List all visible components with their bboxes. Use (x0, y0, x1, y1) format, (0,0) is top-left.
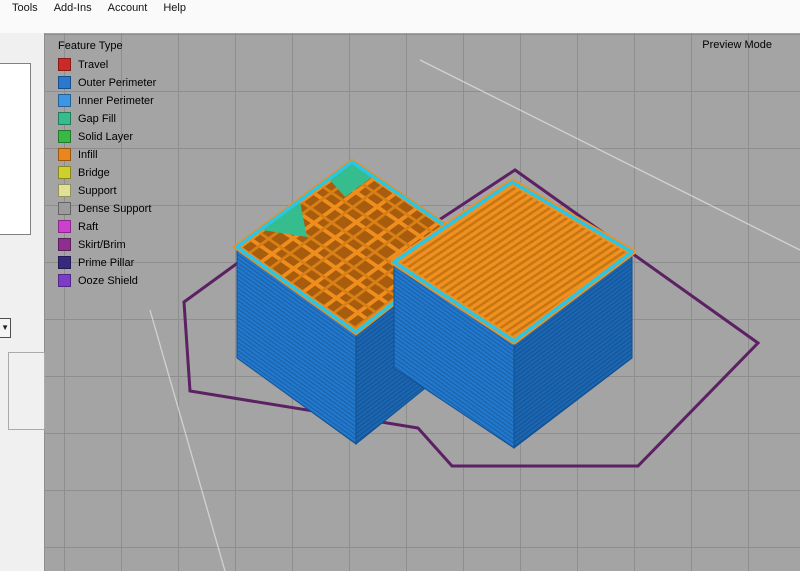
legend-color-swatch (58, 112, 71, 125)
group-box-fragment (8, 352, 45, 430)
menu-bar: Tools Add-Ins Account Help (0, 0, 800, 16)
legend-item-label: Outer Perimeter (78, 77, 156, 89)
legend-color-swatch (58, 184, 71, 197)
dropdown-fragment[interactable]: ▼ (0, 318, 11, 338)
menu-item-help[interactable]: Help (155, 1, 194, 15)
left-settings-panel: ▼ (0, 33, 45, 571)
legend-item: Travel (58, 58, 156, 71)
legend-color-swatch (58, 148, 71, 161)
legend-color-swatch (58, 274, 71, 287)
process-list-box[interactable] (0, 63, 31, 235)
legend-color-swatch (58, 220, 71, 233)
legend-item-label: Inner Perimeter (78, 95, 154, 107)
legend-item-label: Travel (78, 59, 108, 71)
legend-color-swatch (58, 58, 71, 71)
toolbar-strip (0, 16, 800, 33)
legend-items: Travel Outer Perimeter Inner Perimeter Gap … (58, 58, 156, 287)
legend-item-label: Raft (78, 221, 98, 233)
legend-item: Dense Support (58, 202, 156, 215)
legend-item-label: Prime Pillar (78, 257, 134, 269)
feature-type-legend: Feature Type Travel Outer Perimeter Inner … (58, 40, 156, 292)
preview-mode-label: Preview Mode (702, 39, 772, 51)
legend-item: Inner Perimeter (58, 94, 156, 107)
preview-viewport[interactable]: Feature Type Travel Outer Perimeter Inner … (45, 33, 800, 571)
legend-color-swatch (58, 238, 71, 251)
menu-item-tools[interactable]: Tools (4, 1, 46, 15)
legend-color-swatch (58, 166, 71, 179)
legend-item-label: Gap Fill (78, 113, 116, 125)
legend-item: Solid Layer (58, 130, 156, 143)
legend-color-swatch (58, 256, 71, 269)
legend-item: Ooze Shield (58, 274, 156, 287)
legend-color-swatch (58, 94, 71, 107)
legend-color-swatch (58, 202, 71, 215)
legend-item: Prime Pillar (58, 256, 156, 269)
legend-item: Outer Perimeter (58, 76, 156, 89)
legend-item-label: Ooze Shield (78, 275, 138, 287)
legend-item: Raft (58, 220, 156, 233)
legend-item-label: Support (78, 185, 117, 197)
legend-item-label: Infill (78, 149, 98, 161)
legend-item: Support (58, 184, 156, 197)
chevron-down-icon: ▼ (1, 324, 10, 332)
legend-item: Gap Fill (58, 112, 156, 125)
legend-item-label: Skirt/Brim (78, 239, 126, 251)
menu-item-account[interactable]: Account (100, 1, 156, 15)
legend-item-label: Dense Support (78, 203, 151, 215)
scene-3d (45, 33, 800, 571)
menu-item-add-ins[interactable]: Add-Ins (46, 1, 100, 15)
legend-color-swatch (58, 76, 71, 89)
legend-item-label: Bridge (78, 167, 110, 179)
legend-color-swatch (58, 130, 71, 143)
legend-item-label: Solid Layer (78, 131, 133, 143)
legend-item: Bridge (58, 166, 156, 179)
legend-item: Infill (58, 148, 156, 161)
legend-item: Skirt/Brim (58, 238, 156, 251)
legend-title: Feature Type (58, 40, 156, 52)
